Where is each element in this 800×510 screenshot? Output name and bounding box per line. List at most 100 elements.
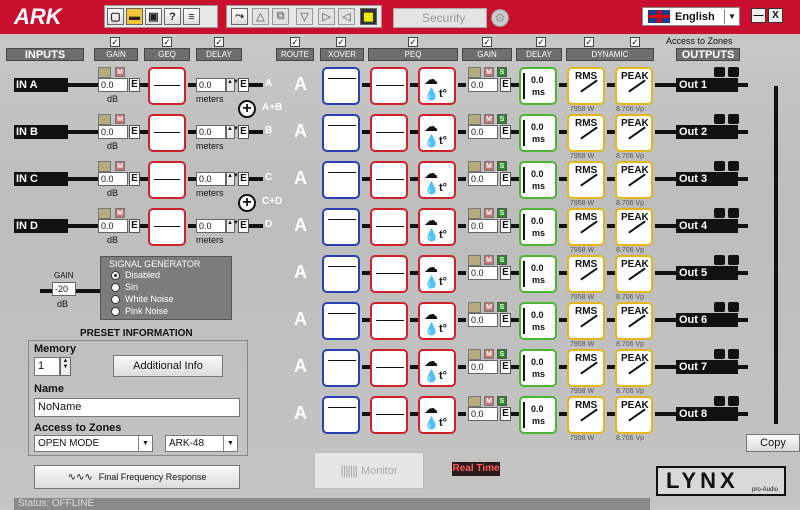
out-gain-checkbox[interactable]: ✓ bbox=[482, 37, 492, 47]
rms-limiter-button[interactable]: RMS bbox=[567, 349, 605, 387]
lock-icon[interactable] bbox=[714, 255, 725, 265]
calc-icon[interactable]: ▦ bbox=[360, 8, 377, 25]
memory-input[interactable]: 1 bbox=[34, 357, 60, 376]
split-icon[interactable]: ◁ bbox=[338, 8, 355, 25]
delay-checkbox[interactable]: ✓ bbox=[214, 37, 224, 47]
final-frequency-response-button[interactable]: ∿∿∿ Final Frequency Response bbox=[34, 465, 240, 489]
link-icon[interactable] bbox=[728, 67, 739, 77]
output-solo-button[interactable]: S bbox=[497, 396, 507, 406]
generator-gain-input[interactable]: -20 bbox=[52, 282, 76, 296]
peak-limiter-button[interactable]: PEAK bbox=[615, 349, 653, 387]
route-label[interactable]: A bbox=[294, 309, 307, 330]
output-delay-button[interactable]: 0.0 ms bbox=[519, 302, 557, 340]
output-label[interactable]: Out 2 bbox=[676, 125, 738, 139]
output-gain-field[interactable]: 0.0 bbox=[468, 407, 498, 421]
output-solo-button[interactable]: S bbox=[497, 255, 507, 265]
xover-button[interactable] bbox=[322, 396, 360, 434]
lock-icon[interactable] bbox=[714, 161, 725, 171]
output-delay-button[interactable]: 0.0 ms bbox=[519, 67, 557, 105]
input-delay-stepper[interactable]: ▲▼ bbox=[226, 125, 239, 139]
minimize-button[interactable]: — bbox=[751, 8, 766, 23]
xover-button[interactable] bbox=[322, 302, 360, 340]
help-icon[interactable]: ? bbox=[164, 8, 181, 25]
rms-limiter-button[interactable]: RMS bbox=[567, 208, 605, 246]
output-eq-button[interactable]: E bbox=[500, 313, 511, 327]
output-eq-button[interactable]: E bbox=[500, 219, 511, 233]
output-delay-button[interactable]: 0.0 ms bbox=[519, 114, 557, 152]
input-mute-button[interactable]: M bbox=[115, 114, 125, 124]
output-mute-button[interactable]: M bbox=[484, 302, 494, 312]
output-delay-button[interactable]: 0.0 ms bbox=[519, 161, 557, 199]
route-label[interactable]: A bbox=[294, 403, 307, 424]
output-label[interactable]: Out 6 bbox=[676, 313, 738, 327]
xover-button[interactable] bbox=[322, 67, 360, 105]
xover-button[interactable] bbox=[322, 208, 360, 246]
output-eq-button[interactable]: E bbox=[500, 407, 511, 421]
output-label[interactable]: Out 4 bbox=[676, 219, 738, 233]
rms-limiter-button[interactable]: RMS bbox=[567, 161, 605, 199]
security-button[interactable]: Security bbox=[393, 8, 487, 28]
input-gain-field[interactable]: 0.0 bbox=[98, 78, 128, 92]
copy-icon[interactable]: ⧉ bbox=[272, 8, 289, 25]
peq-button[interactable] bbox=[370, 67, 408, 105]
lock-icon[interactable] bbox=[714, 208, 725, 218]
radio-sin[interactable] bbox=[111, 283, 120, 292]
route-label[interactable]: A bbox=[294, 356, 307, 377]
output-mute-button[interactable]: M bbox=[484, 349, 494, 359]
xover-button[interactable] bbox=[322, 161, 360, 199]
input-label[interactable]: IN D bbox=[14, 219, 68, 233]
input-delay-stepper[interactable]: ▲▼ bbox=[226, 172, 239, 186]
rms-limiter-button[interactable]: RMS bbox=[567, 396, 605, 434]
copy-button[interactable]: Copy bbox=[746, 434, 800, 452]
output-solo-button[interactable]: S bbox=[497, 302, 507, 312]
input-delay-stepper[interactable]: ▲▼ bbox=[226, 78, 239, 92]
peq-button[interactable] bbox=[370, 302, 408, 340]
xover-button[interactable] bbox=[322, 349, 360, 387]
output-eq-button[interactable]: E bbox=[500, 125, 511, 139]
output-gain-field[interactable]: 0.0 bbox=[468, 219, 498, 233]
input-gain-field[interactable]: 0.0 bbox=[98, 172, 128, 186]
input-delay-eq-button[interactable]: E bbox=[238, 78, 249, 92]
peak-limiter-button[interactable]: PEAK bbox=[615, 67, 653, 105]
output-solo-button[interactable]: S bbox=[497, 67, 507, 77]
link-icon[interactable] bbox=[728, 161, 739, 171]
radio-disabled[interactable] bbox=[111, 271, 120, 280]
input-mute-button[interactable]: M bbox=[115, 208, 125, 218]
lock-icon[interactable] bbox=[714, 67, 725, 77]
output-label[interactable]: Out 5 bbox=[676, 266, 738, 280]
peq-checkbox[interactable]: ✓ bbox=[408, 37, 418, 47]
output-solo-button[interactable]: S bbox=[497, 349, 507, 359]
dynamic-checkbox-peak[interactable]: ✓ bbox=[630, 37, 640, 47]
peak-limiter-button[interactable]: PEAK bbox=[615, 161, 653, 199]
geq-button[interactable] bbox=[148, 114, 186, 152]
link-icon[interactable] bbox=[728, 255, 739, 265]
input-label[interactable]: IN C bbox=[14, 172, 68, 186]
link-icon[interactable] bbox=[728, 208, 739, 218]
sum-ab-icon[interactable]: + bbox=[238, 100, 256, 118]
peq-button[interactable] bbox=[370, 208, 408, 246]
output-mute-button[interactable]: M bbox=[484, 255, 494, 265]
input-eq-button[interactable]: E bbox=[129, 219, 140, 233]
input-eq-button[interactable]: E bbox=[129, 78, 140, 92]
out-delay-checkbox[interactable]: ✓ bbox=[536, 37, 546, 47]
geq-button[interactable] bbox=[148, 208, 186, 246]
rms-limiter-button[interactable]: RMS bbox=[567, 302, 605, 340]
save-icon[interactable]: ▣ bbox=[145, 8, 162, 25]
play-icon[interactable]: ▷ bbox=[318, 8, 335, 25]
output-delay-button[interactable]: 0.0 ms bbox=[519, 396, 557, 434]
output-label[interactable]: Out 8 bbox=[676, 407, 738, 421]
temperature-compensation-button[interactable]: ☁ 💧 t° bbox=[418, 302, 456, 340]
output-gain-field[interactable]: 0.0 bbox=[468, 360, 498, 374]
input-delay-field[interactable]: 0.0 bbox=[196, 219, 226, 233]
rms-limiter-button[interactable]: RMS bbox=[567, 114, 605, 152]
temperature-compensation-button[interactable]: ☁ 💧 t° bbox=[418, 208, 456, 246]
close-button[interactable]: X bbox=[768, 8, 783, 23]
output-gain-field[interactable]: 0.0 bbox=[468, 266, 498, 280]
open-folder-icon[interactable]: ▬ bbox=[126, 8, 143, 25]
input-delay-eq-button[interactable]: E bbox=[238, 219, 249, 233]
additional-info-button[interactable]: Additional Info bbox=[113, 355, 223, 377]
lock-icon[interactable] bbox=[714, 302, 725, 312]
route-label[interactable]: A bbox=[294, 262, 307, 283]
peak-limiter-button[interactable]: PEAK bbox=[615, 208, 653, 246]
output-eq-button[interactable]: E bbox=[500, 266, 511, 280]
